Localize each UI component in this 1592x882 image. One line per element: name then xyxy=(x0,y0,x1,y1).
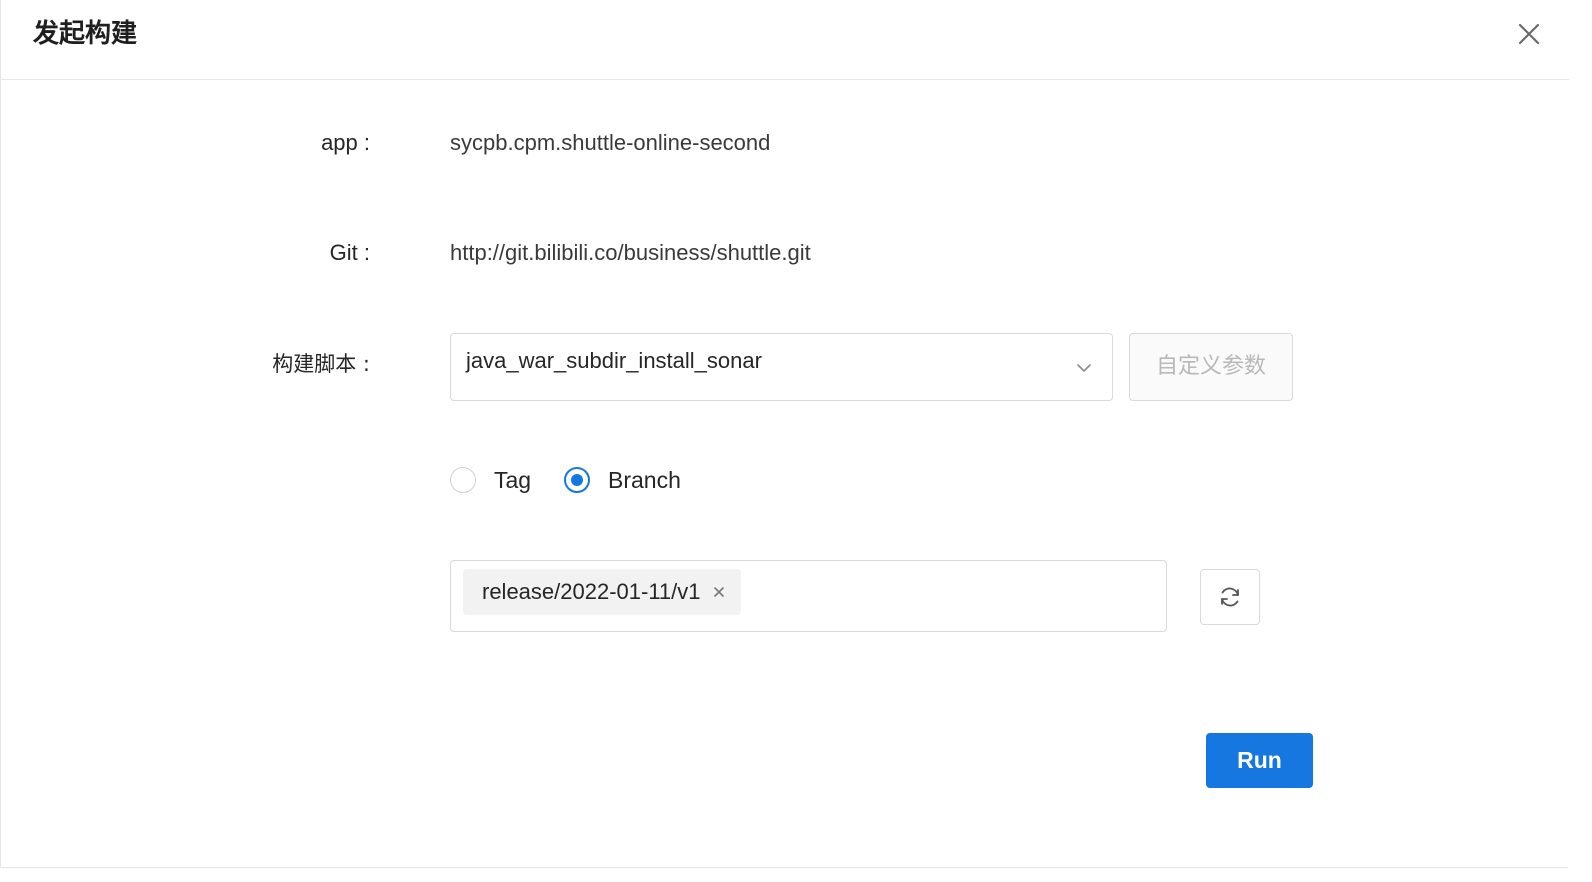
custom-params-button[interactable]: 自定义参数 xyxy=(1129,333,1293,401)
radio-tag-circle xyxy=(450,467,476,493)
run-button[interactable]: Run xyxy=(1206,733,1313,788)
build-dialog: 发起构建 app : sycpb.cpm.shuttle-online-seco… xyxy=(0,0,1569,868)
selected-branch-tag: release/2022-01-11/v1 xyxy=(463,569,741,615)
branch-select[interactable]: release/2022-01-11/v1 xyxy=(450,560,1167,632)
radio-branch-circle xyxy=(564,467,590,493)
chevron-down-icon xyxy=(1077,364,1091,372)
close-icon[interactable] xyxy=(1513,18,1545,50)
git-value: http://git.bilibili.co/business/shuttle.… xyxy=(450,240,811,265)
git-label: Git : xyxy=(329,240,370,265)
app-label: app : xyxy=(321,130,370,155)
script-label: 构建脚本 : xyxy=(272,352,370,376)
radio-tag-label: Tag xyxy=(494,467,532,493)
refresh-icon xyxy=(1221,587,1239,607)
refresh-branches-button[interactable] xyxy=(1200,569,1260,625)
selected-branch-tag-label: release/2022-01-11/v1 xyxy=(482,579,701,604)
script-select-value: java_war_subdir_install_sonar xyxy=(466,348,762,373)
remove-tag-icon[interactable] xyxy=(711,584,727,600)
script-select[interactable]: java_war_subdir_install_sonar xyxy=(450,333,1113,401)
dialog-title: 发起构建 xyxy=(33,18,138,48)
dialog-header: 发起构建 xyxy=(1,0,1569,80)
radio-branch-label: Branch xyxy=(608,467,681,493)
radio-branch[interactable]: Branch xyxy=(564,464,704,498)
radio-tag[interactable]: Tag xyxy=(450,464,540,498)
app-value: sycpb.cpm.shuttle-online-second xyxy=(450,130,771,155)
